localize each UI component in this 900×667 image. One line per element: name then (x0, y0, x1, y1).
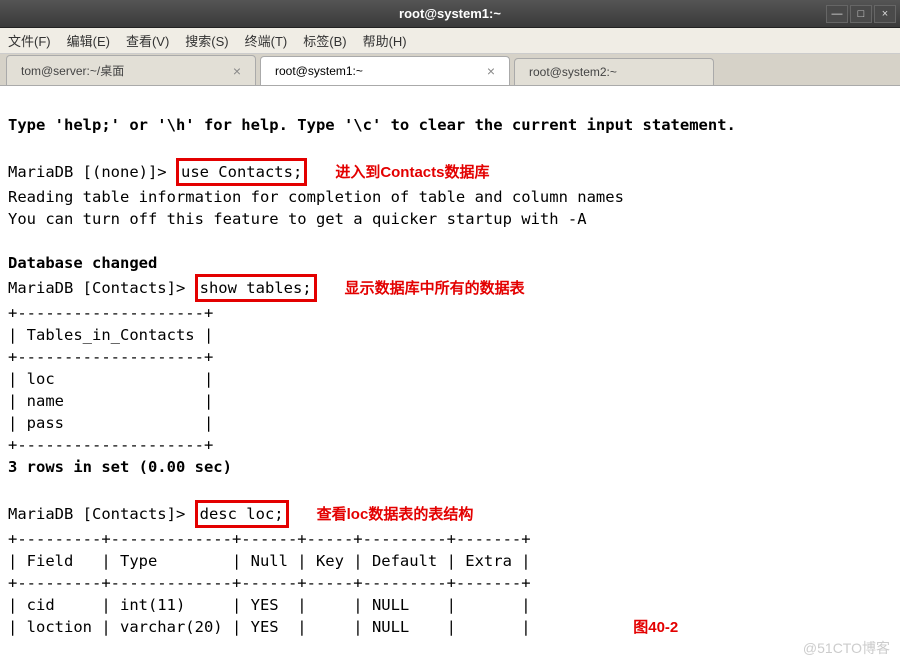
table-header: | Tables_in_Contacts | (8, 326, 213, 344)
cmd-desc-loc: desc loc; (195, 500, 289, 528)
table-row: | cid | int(11) | YES | | NULL | | (8, 596, 531, 614)
maximize-button[interactable]: □ (850, 5, 872, 23)
window-title: root@system1:~ (399, 6, 501, 21)
menu-help[interactable]: 帮助(H) (363, 31, 407, 50)
table-row: | pass | (8, 414, 213, 432)
table-row: | loc | (8, 370, 213, 388)
table-sep: +---------+-------------+------+-----+--… (8, 530, 531, 548)
table-header: | Field | Type | Null | Key | Default | … (8, 552, 531, 570)
db-changed: Database changed (8, 254, 157, 272)
figure-label: 图40-2 (633, 619, 678, 636)
output-line: Reading table information for completion… (8, 188, 624, 206)
tab-close-icon[interactable]: × (233, 63, 241, 79)
prompt: MariaDB [(none)]> (8, 163, 176, 181)
window-controls: — □ × (826, 5, 896, 23)
rows-in-set: 3 rows in set (0.00 sec) (8, 458, 232, 476)
menu-terminal[interactable]: 终端(T) (245, 31, 288, 50)
table-row: | name | (8, 392, 213, 410)
minimize-button[interactable]: — (826, 5, 848, 23)
table-sep: +--------------------+ (8, 304, 213, 322)
annotation-3: 查看loc数据表的表结构 (317, 506, 474, 523)
annotation-1: 进入到Contacts数据库 (335, 164, 489, 181)
menubar: 文件(F) 编辑(E) 查看(V) 搜索(S) 终端(T) 标签(B) 帮助(H… (0, 28, 900, 54)
help-line: Type 'help;' or '\h' for help. Type '\c'… (8, 116, 736, 134)
menu-view[interactable]: 查看(V) (126, 31, 169, 50)
prompt: MariaDB [Contacts]> (8, 279, 195, 297)
output-line: You can turn off this feature to get a q… (8, 210, 587, 228)
tab-label: root@system1:~ (275, 64, 363, 78)
menu-file[interactable]: 文件(F) (8, 31, 51, 50)
cmd-use-contacts: use Contacts; (176, 158, 307, 186)
table-sep: +--------------------+ (8, 436, 213, 454)
tab-close-icon[interactable]: × (487, 63, 495, 79)
table-sep: +--------------------+ (8, 348, 213, 366)
tab-2[interactable]: root@system1:~ × (260, 56, 510, 85)
window-titlebar: root@system1:~ — □ × (0, 0, 900, 28)
menu-tabs[interactable]: 标签(B) (303, 31, 346, 50)
menu-search[interactable]: 搜索(S) (185, 31, 228, 50)
tab-label: tom@server:~/桌面 (21, 62, 124, 79)
prompt: MariaDB [Contacts]> (8, 505, 195, 523)
menu-edit[interactable]: 编辑(E) (67, 31, 110, 50)
table-row: | loction | varchar(20) | YES | | NULL |… (8, 618, 531, 636)
close-button[interactable]: × (874, 5, 896, 23)
terminal-output[interactable]: Type 'help;' or '\h' for help. Type '\c'… (0, 86, 900, 667)
tab-3[interactable]: root@system2:~ (514, 58, 714, 85)
tab-1[interactable]: tom@server:~/桌面 × (6, 55, 256, 85)
tab-bar: tom@server:~/桌面 × root@system1:~ × root@… (0, 54, 900, 86)
cmd-show-tables: show tables; (195, 274, 317, 302)
annotation-2: 显示数据库中所有的数据表 (345, 280, 525, 297)
tab-label: root@system2:~ (529, 65, 617, 79)
table-sep: +---------+-------------+------+-----+--… (8, 574, 531, 592)
watermark: @51CTO博客 (803, 637, 890, 659)
